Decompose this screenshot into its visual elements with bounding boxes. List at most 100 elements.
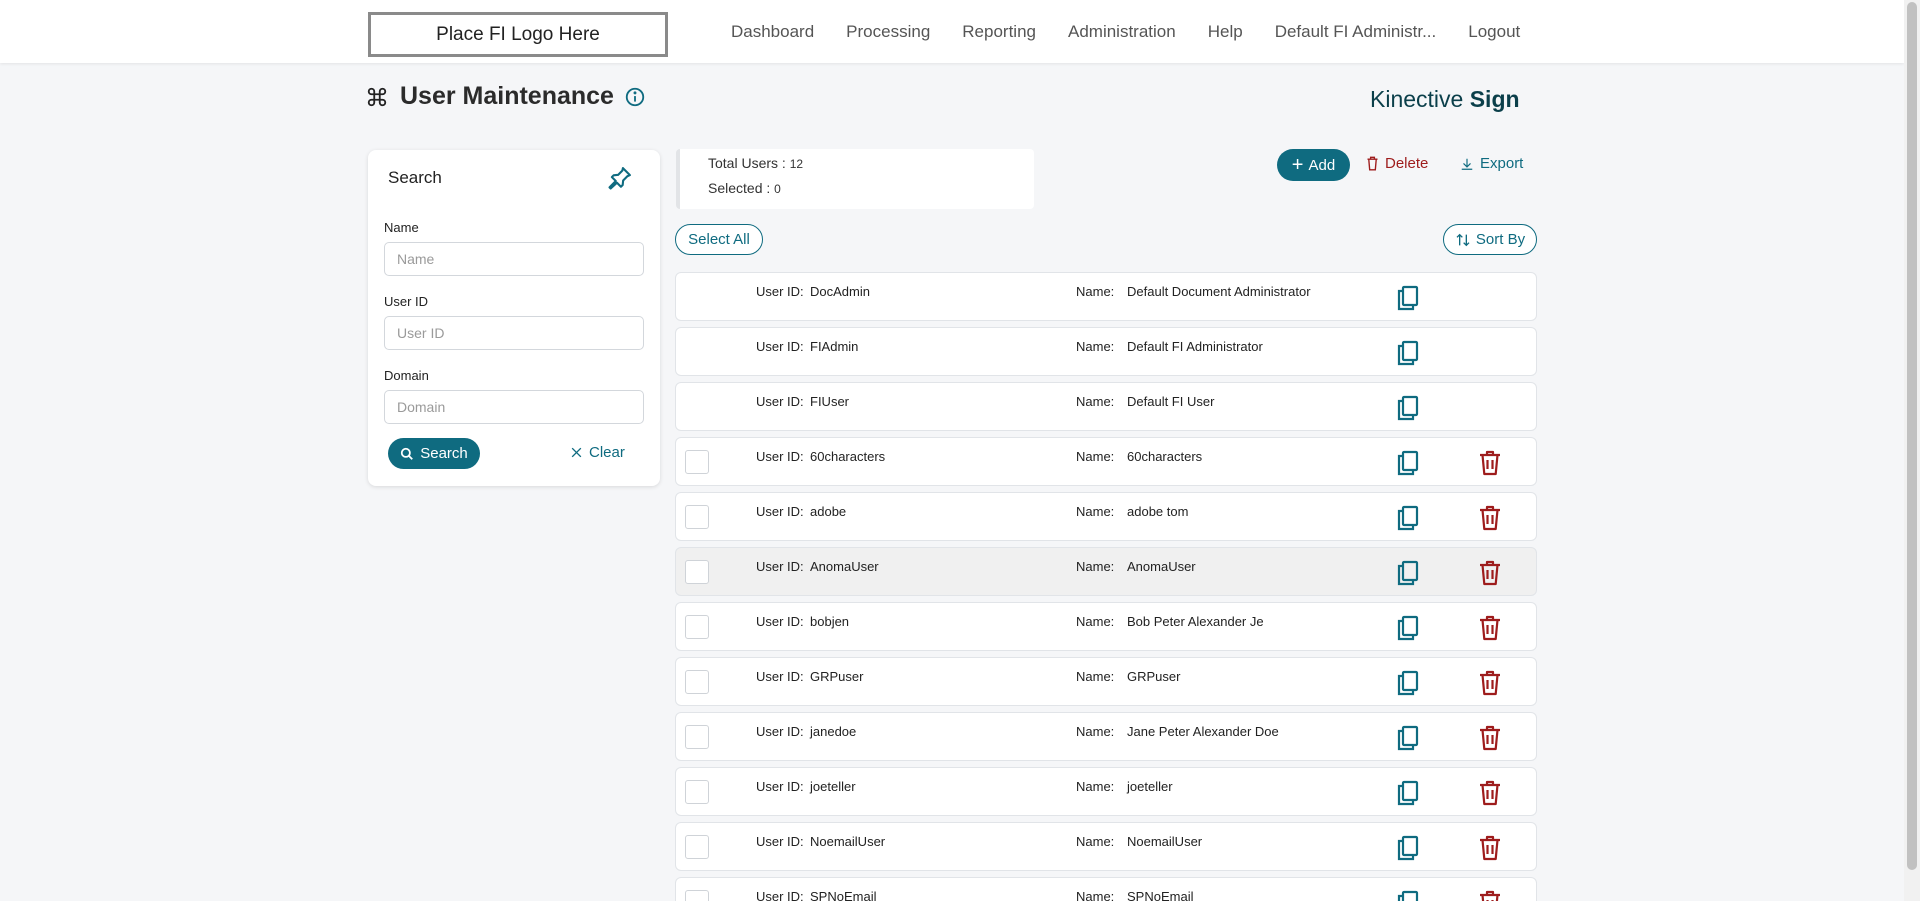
brand-light: Kinective [1370, 86, 1464, 112]
userid-value: GRPuser [810, 669, 864, 684]
add-button-label: Add [1308, 156, 1336, 174]
copy-icon[interactable] [1395, 559, 1421, 587]
row-checkbox[interactable] [685, 615, 709, 639]
trash-icon[interactable] [1477, 449, 1503, 477]
copy-icon[interactable] [1395, 449, 1421, 477]
trash-icon[interactable] [1477, 559, 1503, 587]
user-row[interactable]: User ID: bobjen Name: Bob Peter Alexander J… [675, 602, 1537, 651]
search-button[interactable]: Search [388, 438, 480, 469]
sort-icon [1456, 233, 1470, 246]
userid-value: adobe [810, 504, 847, 519]
page-scrollbar[interactable] [1904, 0, 1920, 901]
copy-icon[interactable] [1395, 614, 1421, 642]
search-panel: Search Name User ID Domain Search Clear [368, 150, 660, 486]
copy-icon[interactable] [1395, 724, 1421, 752]
userid-value: bobjen [810, 614, 850, 629]
nav-logout[interactable]: Logout [1468, 22, 1520, 42]
nav-administration[interactable]: Administration [1068, 22, 1176, 42]
copy-icon[interactable] [1395, 779, 1421, 807]
userid-value: SPNoEmail [810, 889, 877, 901]
name-value: GRPuser [1127, 669, 1181, 684]
sort-by-button[interactable]: Sort By [1443, 224, 1537, 255]
trash-icon[interactable] [1477, 504, 1503, 532]
brand-bold: Sign [1469, 86, 1520, 112]
row-checkbox[interactable] [685, 890, 709, 901]
user-row[interactable]: User ID: GRPuser Name: GRPuser [675, 657, 1537, 706]
userid-field-label: User ID: [756, 339, 804, 354]
trash-icon[interactable] [1477, 889, 1503, 901]
copy-icon[interactable] [1395, 394, 1421, 422]
trash-icon[interactable] [1477, 724, 1503, 752]
user-row[interactable]: User ID: joeteller Name: joeteller [675, 767, 1537, 816]
copy-icon[interactable] [1395, 339, 1421, 367]
select-all-button[interactable]: Select All [675, 224, 763, 255]
close-icon [571, 447, 582, 458]
pin-icon[interactable] [606, 164, 634, 192]
userid-field-label: User ID: [756, 284, 804, 299]
copy-icon[interactable] [1395, 669, 1421, 697]
name-value: Default FI Administrator [1127, 339, 1263, 354]
top-navbar: Place FI Logo Here Dashboard Processing … [0, 0, 1904, 63]
user-row[interactable]: User ID: SPNoEmail Name: SPNoEmail [675, 877, 1537, 901]
user-row[interactable]: User ID: FIUser Name: Default FI User [675, 382, 1537, 431]
name-value: joeteller [1127, 779, 1173, 794]
name-field-label: Name: [1076, 889, 1115, 901]
user-row[interactable]: User ID: DocAdmin Name: Default Document Ad… [675, 272, 1537, 321]
userid-label: User ID [384, 294, 429, 309]
name-field-label: Name: [1076, 834, 1115, 849]
export-button[interactable]: Export [1460, 155, 1523, 172]
user-row[interactable]: User ID: janedoe Name: Jane Peter Alexander… [675, 712, 1537, 761]
row-checkbox[interactable] [685, 835, 709, 859]
name-field-label: Name: [1076, 284, 1115, 299]
delete-button[interactable]: Delete [1366, 155, 1428, 172]
user-row[interactable]: User ID: adobe Name: adobe tom [675, 492, 1537, 541]
user-row[interactable]: User ID: NoemailUser Name: NoemailUser [675, 822, 1537, 871]
copy-icon[interactable] [1395, 889, 1421, 901]
clear-button[interactable]: Clear [570, 444, 625, 461]
name-input[interactable] [384, 242, 644, 276]
userid-field-label: User ID: [756, 779, 804, 794]
row-checkbox[interactable] [685, 450, 709, 474]
selected-users: Selected : 0 [708, 180, 781, 196]
nav-user-menu[interactable]: Default FI Administr... [1275, 22, 1437, 42]
selected-label: Selected : [708, 180, 771, 196]
nav-reporting[interactable]: Reporting [962, 22, 1036, 42]
userid-input[interactable] [384, 316, 644, 350]
scrollbar-thumb[interactable] [1907, 2, 1917, 870]
row-checkbox[interactable] [685, 780, 709, 804]
add-user-button[interactable]: + Add [1277, 149, 1350, 181]
user-row[interactable]: User ID: FIAdmin Name: Default FI Administr… [675, 327, 1537, 376]
nav-help[interactable]: Help [1208, 22, 1243, 42]
userid-value: DocAdmin [810, 284, 870, 299]
name-value: adobe tom [1127, 504, 1189, 519]
copy-icon[interactable] [1395, 504, 1421, 532]
row-checkbox[interactable] [685, 505, 709, 529]
trash-icon[interactable] [1477, 834, 1503, 862]
trash-icon[interactable] [1477, 614, 1503, 642]
copy-icon[interactable] [1395, 284, 1421, 312]
trash-icon[interactable] [1477, 669, 1503, 697]
domain-input[interactable] [384, 390, 644, 424]
delete-button-label: Delete [1385, 155, 1429, 172]
name-value: SPNoEmail [1127, 889, 1194, 901]
name-value: Default FI User [1127, 394, 1215, 409]
selected-value: 0 [774, 182, 781, 196]
user-row[interactable]: User ID: AnomaUser Name: AnomaUser [675, 547, 1537, 596]
nav-dashboard[interactable]: Dashboard [731, 22, 814, 42]
userid-field-label: User ID: [756, 504, 804, 519]
total-users: Total Users : 12 [708, 155, 803, 171]
userid-field-label: User ID: [756, 889, 804, 901]
trash-icon[interactable] [1477, 779, 1503, 807]
name-value: Bob Peter Alexander Je [1127, 614, 1264, 629]
copy-icon[interactable] [1395, 834, 1421, 862]
total-users-value: 12 [789, 157, 804, 171]
row-checkbox[interactable] [685, 670, 709, 694]
user-row[interactable]: User ID: 60characters Name: 60characters [675, 437, 1537, 486]
nav-processing[interactable]: Processing [846, 22, 930, 42]
info-icon[interactable] [624, 86, 646, 108]
trash-icon [1367, 156, 1378, 171]
logo-placeholder[interactable]: Place FI Logo Here [368, 12, 668, 57]
row-checkbox[interactable] [685, 725, 709, 749]
row-checkbox[interactable] [685, 560, 709, 584]
name-label: Name [384, 220, 419, 235]
